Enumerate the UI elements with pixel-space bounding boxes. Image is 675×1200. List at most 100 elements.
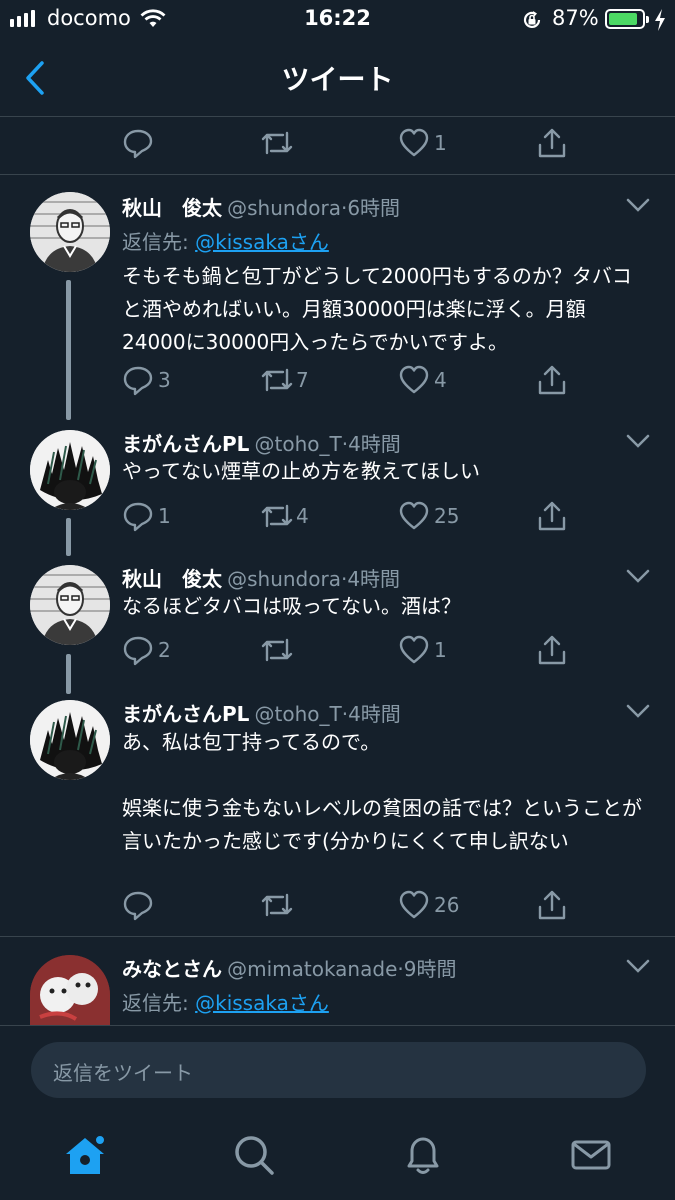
retweet-icon <box>261 638 293 662</box>
orientation-lock-icon <box>523 11 541 29</box>
search-icon <box>235 1136 274 1175</box>
tab-home[interactable] <box>60 1130 110 1180</box>
tweet-header: 秋山 俊太 @shundora·6時間 <box>122 192 400 221</box>
avatar[interactable] <box>30 700 110 780</box>
thread-line <box>66 654 71 694</box>
avatar[interactable] <box>30 565 110 645</box>
retweet-icon <box>261 893 293 917</box>
avatar-image <box>30 565 110 645</box>
handle[interactable]: @shundora <box>227 196 341 220</box>
display-name[interactable]: まがんさんPL <box>122 432 249 456</box>
chevron-down-icon[interactable] <box>625 957 651 975</box>
tweet-actions: 1 4 25 <box>122 498 592 534</box>
tweet-actions: 2 1 <box>122 632 592 668</box>
retweet-icon <box>261 131 293 155</box>
page-title: ツイート <box>281 63 394 96</box>
retweet-icon <box>261 368 293 392</box>
reply-icon <box>123 366 153 396</box>
avatar-image <box>30 192 110 272</box>
reply-to-mention[interactable]: @kissakaさん <box>195 991 329 1015</box>
avatar-image <box>30 955 110 1025</box>
handle[interactable]: @shundora <box>227 567 341 591</box>
tweet-header: まがんさんPL @toho_T·4時間 <box>122 428 401 457</box>
tab-messages[interactable] <box>566 1130 616 1180</box>
like-count: 25 <box>434 504 460 528</box>
reply-icon <box>123 129 153 159</box>
reply-to-label: 返信先: <box>122 230 196 254</box>
avatar[interactable] <box>30 192 110 272</box>
retweet-icon <box>261 504 293 528</box>
reply-count: 1 <box>158 504 171 528</box>
tweet-actions: 26 <box>122 887 592 923</box>
retweet-count: 4 <box>296 504 309 528</box>
share-icon <box>538 365 566 395</box>
heart-icon <box>399 128 429 157</box>
display-name[interactable]: 秋山 俊太 <box>122 567 222 591</box>
share-icon <box>538 635 566 665</box>
tweet-text: なるほどタバコは吸ってない。酒は？ <box>122 594 461 618</box>
like-count: 26 <box>434 893 460 917</box>
battery-percent: 87% <box>552 6 599 30</box>
avatar[interactable] <box>30 955 110 1025</box>
display-name[interactable]: 秋山 俊太 <box>122 196 222 220</box>
tweet-actions: 3 7 4 <box>122 362 592 398</box>
avatar-image <box>30 430 110 510</box>
tweet-actions: 1 <box>122 125 592 161</box>
reply-to: 返信先: @kissakaさん <box>122 987 329 1016</box>
messages-icon <box>571 1140 611 1170</box>
reply-bar: 返信をツイート <box>0 1025 675 1114</box>
heart-icon <box>399 635 429 664</box>
timestamp: 4時間 <box>348 432 401 456</box>
reply-icon <box>123 636 153 666</box>
reply-to-mention[interactable]: @kissakaさん <box>195 230 329 254</box>
like-count: 1 <box>434 638 447 662</box>
tab-search[interactable] <box>229 1130 279 1180</box>
retweet-count: 7 <box>296 368 309 392</box>
heart-icon <box>399 365 429 394</box>
timestamp: 4時間 <box>348 702 401 726</box>
tab-bar <box>0 1114 675 1200</box>
chevron-down-icon[interactable] <box>625 196 651 214</box>
reply-count: 2 <box>158 638 171 662</box>
timestamp: 4時間 <box>347 567 401 591</box>
like-count: 4 <box>434 368 447 392</box>
share-icon <box>538 501 566 531</box>
reply-input[interactable]: 返信をツイート <box>31 1042 646 1098</box>
chevron-down-icon[interactable] <box>625 702 651 720</box>
divider <box>0 936 675 937</box>
tab-notifications[interactable] <box>398 1130 448 1180</box>
battery-icon <box>605 9 649 29</box>
avatar[interactable] <box>30 430 110 510</box>
chevron-down-icon[interactable] <box>625 567 651 585</box>
timestamp: 6時間 <box>347 196 401 220</box>
handle[interactable]: @toho_T <box>255 702 342 726</box>
share-icon <box>538 128 566 158</box>
status-bar: docomo 16:22 87% <box>0 0 675 40</box>
tweet-text: やってない煙草の止め方を教えてほしい <box>122 459 480 483</box>
thread-line <box>66 280 71 420</box>
avatar-image <box>30 700 110 780</box>
chevron-down-icon[interactable] <box>625 432 651 450</box>
tweet-header: 秋山 俊太 @shundora·4時間 <box>122 563 400 592</box>
handle[interactable]: @mimatokanade <box>227 957 397 981</box>
tweet-text: そもそも鍋と包丁がどうして2000円もするのか？タバコと酒やめればいい。月額30… <box>122 264 632 354</box>
display-name[interactable]: まがんさんPL <box>122 702 249 726</box>
reply-to: 返信先: @kissakaさん <box>122 226 329 255</box>
tweet-text: あ、私は包丁持ってるので。 娯楽に使う金もないレベルの貧困の話では？ということが… <box>122 730 642 853</box>
reply-icon <box>123 502 153 532</box>
display-name[interactable]: みなとさん <box>122 957 222 981</box>
handle[interactable]: @toho_T <box>255 432 342 456</box>
tweet-header: まがんさんPL @toho_T·4時間 <box>122 698 401 727</box>
notifications-icon <box>407 1137 439 1174</box>
charging-bolt-icon <box>655 9 665 31</box>
thread-line <box>66 518 71 556</box>
reply-icon <box>123 891 153 921</box>
tweet-header: みなとさん @mimatokanade·9時間 <box>122 953 456 982</box>
share-icon <box>538 890 566 920</box>
reply-to-label: 返信先: <box>122 991 196 1015</box>
timestamp: 9時間 <box>403 957 457 981</box>
home-icon <box>66 1134 106 1174</box>
nav-bar: ツイート <box>0 40 675 117</box>
reply-placeholder: 返信をツイート <box>53 1061 193 1085</box>
like-count: 1 <box>434 131 447 155</box>
